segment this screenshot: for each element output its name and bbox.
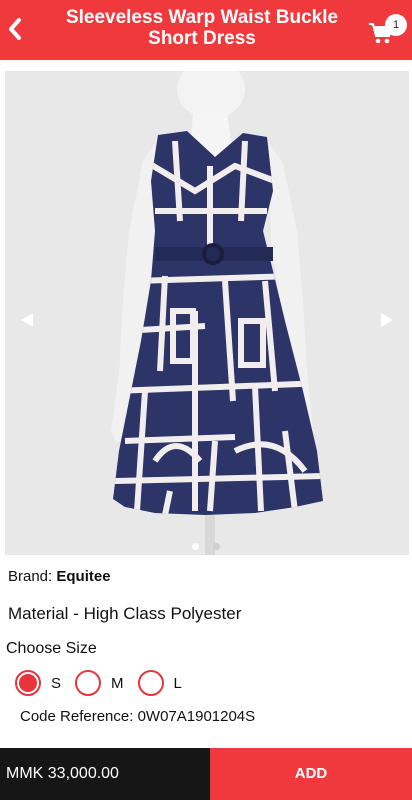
back-button[interactable] (4, 14, 26, 44)
title-line-2: Short Dress (148, 28, 256, 49)
size-option-m[interactable]: M (75, 670, 124, 696)
next-image-arrow[interactable] (369, 305, 399, 335)
previous-image-arrow[interactable] (15, 305, 45, 335)
size-label: S (51, 674, 62, 692)
product-image-gallery[interactable] (5, 71, 409, 555)
radio-button-selected[interactable] (15, 670, 41, 696)
size-label: M (111, 674, 124, 692)
bottom-action-bar: MMK 33,000.00 ADD (0, 748, 412, 800)
brand-row: Brand: Equitee (8, 568, 111, 585)
brand-label: Brand: (8, 568, 53, 585)
size-option-s[interactable]: S (15, 670, 61, 696)
radio-button[interactable] (137, 670, 164, 696)
choose-size-label: Choose Size (6, 640, 97, 657)
title-line-1: Sleeveless Warp Waist Buckle (65, 7, 339, 28)
brand-value: Equitee (56, 568, 111, 585)
radio-button[interactable] (75, 670, 102, 696)
page-dot[interactable] (213, 543, 220, 550)
code-reference: Code Reference: 0W07A1901204S (20, 708, 256, 725)
app-bar: Sleeveless Warp Waist Buckle Short Dress… (0, 0, 412, 60)
radio-dot (19, 674, 37, 692)
page-dot-active[interactable] (192, 543, 199, 550)
cart-count-badge: 1 (385, 14, 407, 36)
material-text: Material - High Class Polyester (8, 604, 242, 623)
add-to-cart-button[interactable]: ADD (210, 748, 412, 800)
size-option-l[interactable]: L (137, 670, 182, 696)
product-image (5, 71, 409, 555)
gallery-pagination (0, 537, 412, 555)
size-selector: S M L (15, 670, 196, 696)
chevron-left-icon (9, 18, 21, 40)
price-label: MMK 33,000.00 (0, 748, 210, 800)
page-title: Sleeveless Warp Waist Buckle Short Dress (50, 7, 354, 49)
size-label: L (173, 674, 182, 692)
